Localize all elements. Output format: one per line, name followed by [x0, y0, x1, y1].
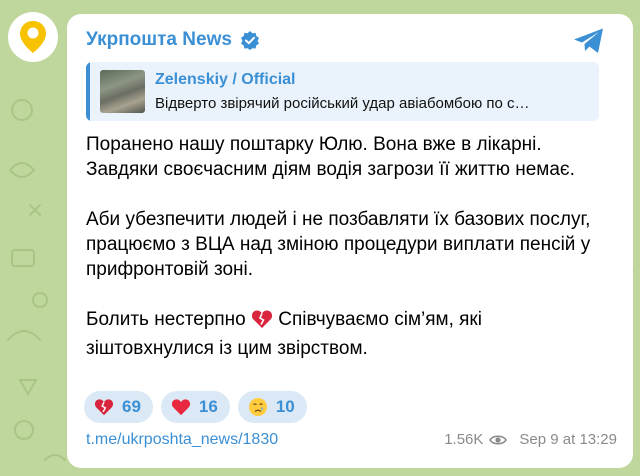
channel-avatar[interactable]	[8, 12, 58, 62]
crying-face-icon	[248, 398, 267, 416]
message-card: Укрпошта News Zelenskiy / Official Відве…	[67, 14, 633, 468]
message-text: Поранено нашу поштарку Юлю. Вона вже в л…	[86, 132, 611, 386]
message-meta: 1.56K Sep 9 at 13:29	[444, 431, 617, 448]
verified-badge-icon	[240, 30, 260, 50]
red-heart-icon	[171, 399, 190, 416]
forwarded-message[interactable]: Zelenskiy / Official Відверто звірячий р…	[86, 62, 599, 121]
message-text-fragment: Болить нестерпно	[86, 309, 246, 330]
reactions-bar: 69 16 10	[84, 391, 315, 423]
view-count: 1.56K	[444, 431, 484, 448]
telegram-share-icon	[574, 28, 603, 53]
reaction-crying-face[interactable]: 10	[237, 391, 307, 423]
post-link[interactable]: t.me/ukrposhta_news/1830	[86, 431, 278, 449]
message-date: Sep 9 at 13:29	[519, 431, 617, 448]
broken-heart-icon	[251, 309, 273, 336]
message-footer: t.me/ukrposhta_news/1830 1.56K Sep 9 at …	[86, 431, 617, 453]
forward-accent-bar	[86, 62, 90, 121]
reaction-broken-heart[interactable]: 69	[84, 391, 153, 423]
share-button[interactable]	[573, 27, 605, 60]
ukrposhta-logo-icon	[20, 21, 46, 53]
eye-icon	[489, 434, 508, 446]
forward-thumbnail	[100, 70, 145, 113]
message-paragraph: Болить нестерпно Співчуваємо сім’ям, які…	[86, 307, 611, 361]
reaction-count: 10	[275, 397, 295, 416]
message-paragraph: Поранено нашу поштарку Юлю. Вона вже в л…	[86, 134, 575, 180]
message-paragraph: Аби убезпечити людей і не позбавляти їх …	[86, 209, 591, 280]
reaction-red-heart[interactable]: 16	[160, 391, 230, 423]
reaction-count: 16	[198, 397, 218, 416]
reaction-count: 69	[122, 397, 141, 416]
message-header: Укрпошта News	[86, 29, 260, 51]
forward-source-name: Zelenskiy / Official	[155, 71, 296, 88]
broken-heart-icon	[94, 399, 114, 416]
forward-preview-text: Відверто звірячий російський удар авіабо…	[155, 95, 530, 112]
channel-name[interactable]: Укрпошта News	[86, 29, 232, 51]
